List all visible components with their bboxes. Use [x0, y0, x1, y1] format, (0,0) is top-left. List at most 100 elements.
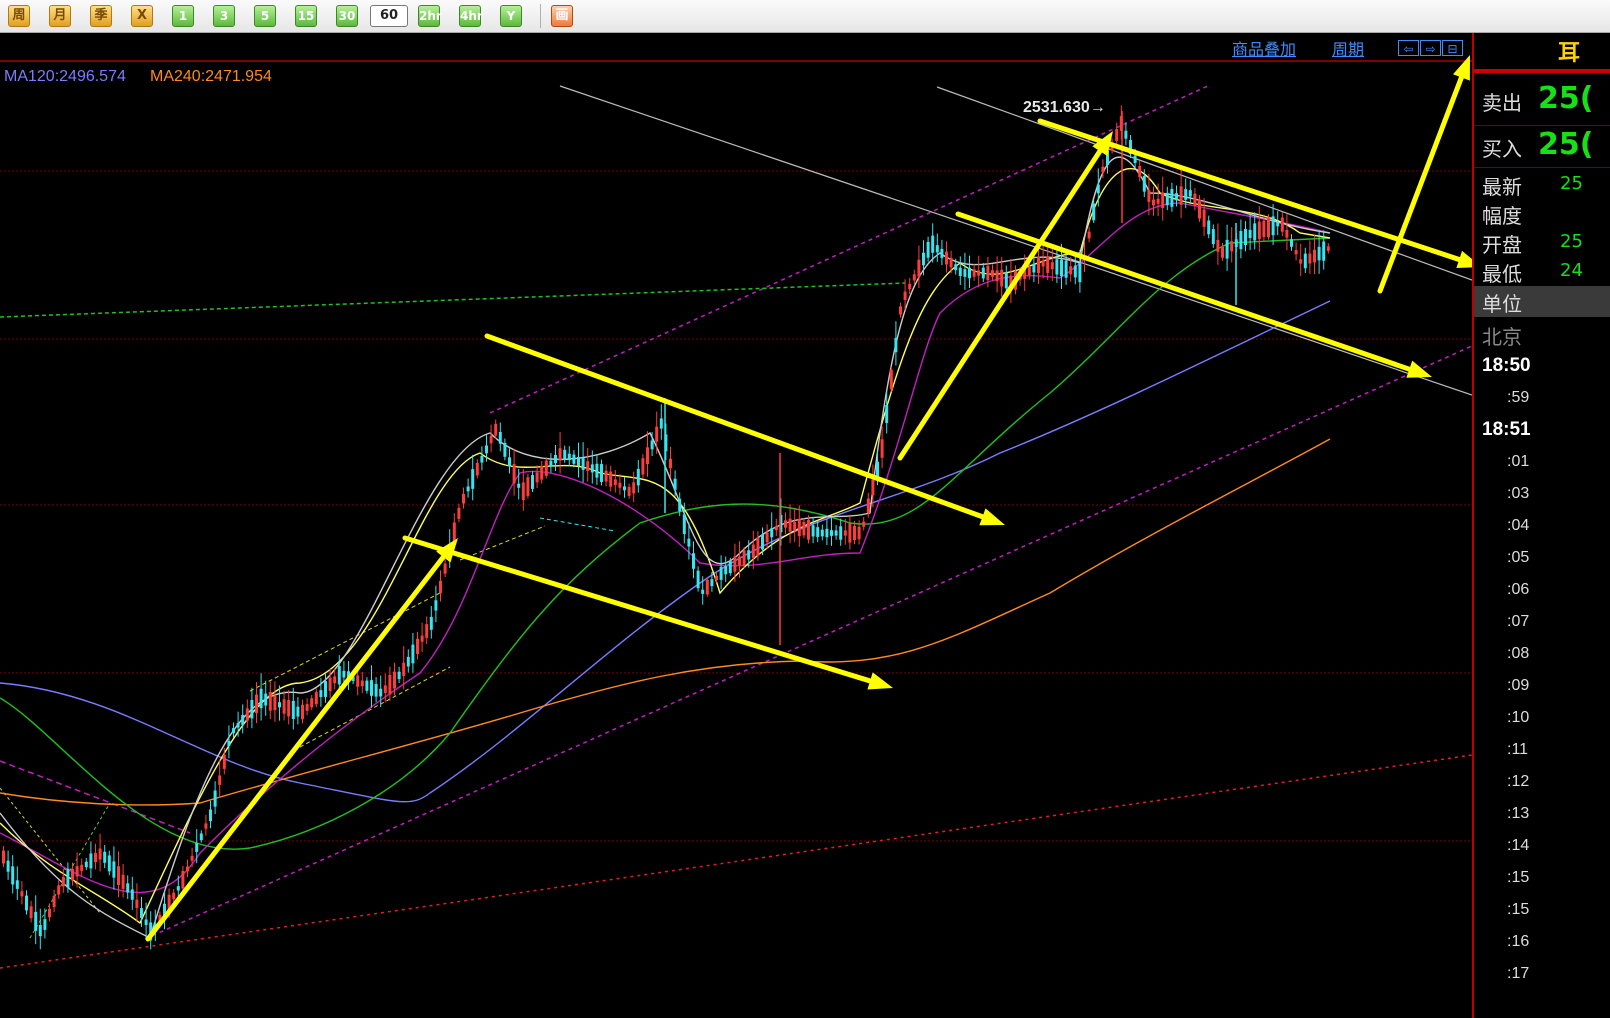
candle-body	[889, 369, 893, 390]
candle-body	[1027, 266, 1031, 276]
ma240-label: MA240:2471.954	[150, 68, 272, 85]
tick-time: :09	[1507, 677, 1530, 694]
candle-body	[452, 522, 456, 542]
candle-body	[397, 671, 401, 680]
candle-body	[314, 692, 318, 705]
thin-trend-line	[404, 537, 471, 559]
period-button-1[interactable]: 1	[172, 5, 194, 27]
candle-body	[820, 529, 824, 537]
period-button-3[interactable]: 3	[213, 5, 235, 27]
candle-body	[590, 464, 594, 473]
period-button-2hr[interactable]: 2hr	[418, 5, 442, 27]
unit-tab[interactable]: 单位	[1474, 286, 1610, 317]
candle-body	[659, 418, 663, 429]
period-button-季[interactable]: 季	[90, 5, 112, 27]
price-chart[interactable]: MA120:2496.574 MA240:2471.954 2531.630→	[0, 33, 1472, 1018]
unit-label: 单位	[1482, 292, 1522, 316]
period-button-4hr[interactable]: 4hr	[459, 5, 483, 27]
quote-panel: 耳 卖出 25( 买入 25( 最新 25 幅度 开盘 25 最低 24 单位 …	[1472, 33, 1610, 1018]
candle-body	[963, 269, 967, 277]
open-label: 开盘	[1482, 233, 1522, 257]
period-button-X[interactable]: X	[131, 5, 153, 27]
candle-body	[1239, 231, 1243, 250]
toggle-panel-icon[interactable]: ⊟	[1442, 40, 1463, 56]
candle-body	[949, 257, 953, 268]
candle-body	[1087, 231, 1091, 239]
city-row: 北京	[1482, 321, 1522, 350]
candle-body	[236, 723, 240, 728]
candle-body	[264, 693, 268, 706]
candle-body	[34, 911, 38, 931]
candle-body	[770, 528, 774, 538]
candle-body	[977, 270, 981, 276]
candle-body	[692, 553, 695, 569]
candle-body	[333, 676, 337, 684]
candle-body	[793, 521, 797, 531]
candle-body	[328, 677, 332, 692]
period-button-画[interactable]: 画	[551, 5, 573, 27]
candle-body	[176, 886, 180, 891]
candle-body	[807, 519, 810, 540]
candle-body	[462, 493, 465, 504]
candle-body	[498, 431, 502, 444]
candle-body	[1096, 184, 1100, 194]
period-button-30[interactable]: 30	[336, 5, 358, 27]
candle-body	[853, 525, 856, 541]
candle-body	[572, 454, 576, 464]
candle-body	[710, 579, 714, 587]
candle-body	[1207, 220, 1211, 235]
candle-body	[15, 880, 19, 889]
scroll-right-icon[interactable]: ⇨	[1420, 40, 1441, 56]
candle-body	[370, 680, 373, 696]
candle-body	[1198, 199, 1201, 219]
candle-body	[6, 860, 10, 872]
candle-body	[1170, 188, 1174, 207]
candle-body	[1165, 192, 1169, 206]
candle-body	[1216, 239, 1220, 252]
candle-body	[517, 483, 521, 488]
period-button-月[interactable]: 月	[49, 5, 71, 27]
candle-body	[241, 714, 245, 725]
candle-body	[678, 498, 682, 512]
candle-body	[1188, 190, 1192, 197]
buy-value: 25(	[1538, 127, 1594, 162]
candle-body	[29, 906, 33, 919]
panel-header: 耳	[1474, 33, 1610, 66]
tick-time: :11	[1507, 741, 1529, 758]
candle-body	[747, 550, 751, 560]
ma-dashed-line	[0, 282, 906, 318]
period-link[interactable]: 周期	[1332, 36, 1364, 60]
candle-body	[1032, 263, 1036, 273]
period-button-15[interactable]: 15	[295, 5, 317, 27]
candle-body	[839, 526, 843, 540]
candle-body	[121, 874, 125, 889]
period-button-Y[interactable]: Y	[500, 5, 522, 27]
candle-body	[374, 684, 378, 697]
candle-body	[259, 688, 263, 709]
candle-body	[811, 525, 815, 537]
candle-body	[213, 790, 217, 807]
long-support-line	[0, 754, 1472, 969]
period-button-周[interactable]: 周	[8, 5, 30, 27]
candle-body	[797, 518, 801, 537]
thin-trend-line	[487, 335, 871, 479]
candle-body	[981, 267, 985, 279]
candle-body	[172, 892, 176, 900]
channel-line	[299, 666, 451, 748]
moving-average-curve	[0, 202, 1331, 894]
candle-body	[696, 570, 700, 589]
candle-body	[567, 453, 571, 461]
candle-body	[1211, 229, 1215, 245]
buy-label: 买入	[1482, 137, 1522, 161]
candle-body	[1050, 262, 1054, 270]
candle-body	[880, 439, 884, 458]
candle-body	[751, 544, 755, 558]
period-button-60[interactable]: 60	[370, 5, 408, 27]
candle-body	[526, 477, 530, 496]
candle-body	[406, 656, 410, 667]
overlay-commodity-link[interactable]: 商品叠加	[1232, 36, 1296, 60]
candle-body	[273, 695, 277, 711]
period-button-5[interactable]: 5	[254, 5, 276, 27]
scroll-left-icon[interactable]: ⇦	[1398, 40, 1419, 56]
candle-body	[98, 848, 102, 860]
